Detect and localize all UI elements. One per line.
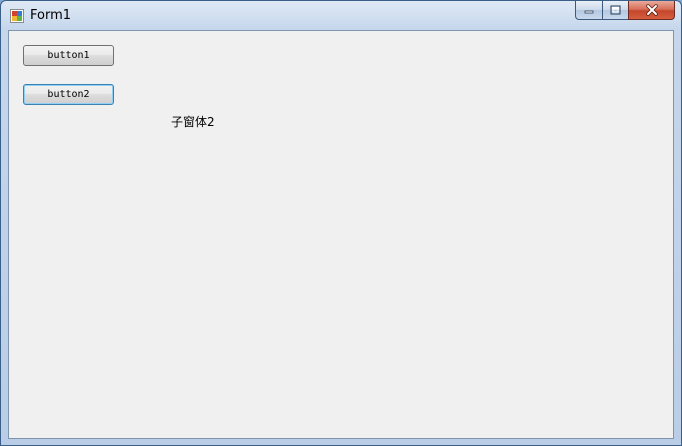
form1-window: Form1 button1 button2 子窗体2 xyxy=(0,0,682,446)
minimize-icon xyxy=(584,10,594,14)
button2[interactable]: button2 xyxy=(23,84,114,105)
minimize-button[interactable] xyxy=(575,1,602,20)
close-button[interactable] xyxy=(628,1,675,20)
window-title: Form1 xyxy=(30,8,72,23)
form-client-area: button1 button2 子窗体2 xyxy=(8,30,674,439)
winforms-app-icon xyxy=(10,9,24,23)
maximize-icon xyxy=(610,5,621,15)
caption-buttons xyxy=(575,1,675,20)
title-bar[interactable]: Form1 xyxy=(1,1,681,30)
child-form-label: 子窗体2 xyxy=(171,115,215,129)
close-icon xyxy=(645,4,658,16)
maximize-button[interactable] xyxy=(602,1,628,20)
button1[interactable]: button1 xyxy=(23,45,114,66)
